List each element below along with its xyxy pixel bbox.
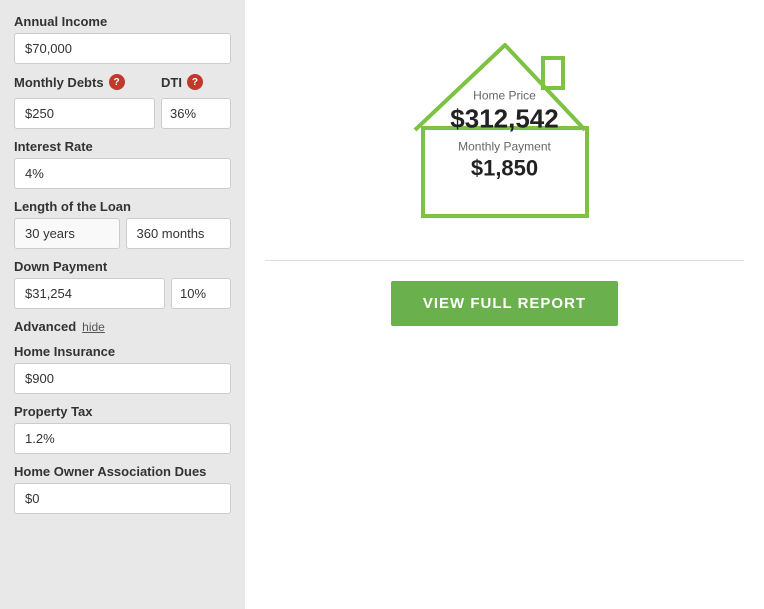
interest-rate-text: Interest Rate xyxy=(14,139,93,154)
hoa-label: Home Owner Association Dues xyxy=(14,464,231,479)
divider xyxy=(265,260,744,261)
monthly-payment-value: $1,850 xyxy=(450,155,558,181)
property-tax-input[interactable] xyxy=(14,423,231,454)
annual-income-group: Annual Income xyxy=(14,14,231,64)
monthly-debts-label-wrap: Monthly Debts ? xyxy=(14,74,155,94)
property-tax-label: Property Tax xyxy=(14,404,231,419)
interest-rate-group: Interest Rate xyxy=(14,139,231,189)
loan-length-label: Length of the Loan xyxy=(14,199,231,214)
house-container: Home Price $312,542 Monthly Payment $1,8… xyxy=(395,30,615,230)
home-price-value: $312,542 xyxy=(450,104,558,133)
down-payment-label: Down Payment xyxy=(14,259,231,274)
home-price-label: Home Price xyxy=(450,88,558,102)
left-panel: Annual Income Monthly Debts ? DTI ? xyxy=(0,0,245,609)
hoa-group: Home Owner Association Dues xyxy=(14,464,231,514)
monthly-debts-dti-inputs xyxy=(14,98,231,129)
interest-rate-input[interactable] xyxy=(14,158,231,189)
loan-years-button[interactable]: 30 years xyxy=(14,218,120,249)
home-insurance-label: Home Insurance xyxy=(14,344,231,359)
loan-months-button[interactable]: 360 months xyxy=(126,218,232,249)
home-insurance-group: Home Insurance xyxy=(14,344,231,394)
house-svg-wrap: Home Price $312,542 Monthly Payment $1,8… xyxy=(395,30,615,230)
monthly-debts-help-icon[interactable]: ? xyxy=(109,74,125,90)
advanced-label: Advanced hide xyxy=(14,319,231,334)
down-payment-text: Down Payment xyxy=(14,259,107,274)
advanced-text: Advanced xyxy=(14,319,76,334)
down-payment-percent-input[interactable] xyxy=(171,278,231,309)
hoa-text: Home Owner Association Dues xyxy=(14,464,206,479)
loan-length-buttons: 30 years 360 months xyxy=(14,218,231,249)
home-insurance-text: Home Insurance xyxy=(14,344,115,359)
property-tax-group: Property Tax xyxy=(14,404,231,454)
interest-rate-label: Interest Rate xyxy=(14,139,231,154)
monthly-debts-input-wrap xyxy=(14,98,155,129)
down-payment-inputs xyxy=(14,278,231,309)
monthly-debts-text: Monthly Debts xyxy=(14,75,104,90)
loan-length-group: Length of the Loan 30 years 360 months xyxy=(14,199,231,249)
annual-income-label: Annual Income xyxy=(14,14,231,29)
annual-income-input[interactable] xyxy=(14,33,231,64)
down-payment-input[interactable] xyxy=(14,278,165,309)
dti-input[interactable] xyxy=(161,98,231,129)
dti-label-wrap: DTI ? xyxy=(161,74,231,94)
house-info: Home Price $312,542 Monthly Payment $1,8… xyxy=(450,88,558,181)
view-full-report-button[interactable]: VIEW FULL REPORT xyxy=(391,281,618,326)
home-insurance-input[interactable] xyxy=(14,363,231,394)
monthly-debts-dti-group: Monthly Debts ? DTI ? xyxy=(14,74,231,129)
monthly-debts-input[interactable] xyxy=(14,98,155,129)
property-tax-text: Property Tax xyxy=(14,404,93,419)
advanced-group: Advanced hide xyxy=(14,319,231,334)
monthly-debts-label: Monthly Debts ? xyxy=(14,74,155,90)
annual-income-text: Annual Income xyxy=(14,14,107,29)
hoa-input[interactable] xyxy=(14,483,231,514)
dti-input-wrap xyxy=(161,98,231,129)
dti-text: DTI xyxy=(161,75,182,90)
dti-help-icon[interactable]: ? xyxy=(187,74,203,90)
hide-link[interactable]: hide xyxy=(82,320,105,334)
dti-label: DTI ? xyxy=(161,74,231,90)
loan-length-text: Length of the Loan xyxy=(14,199,131,214)
monthly-payment-label: Monthly Payment xyxy=(450,139,558,153)
right-panel: Home Price $312,542 Monthly Payment $1,8… xyxy=(245,0,764,609)
down-payment-group: Down Payment xyxy=(14,259,231,309)
